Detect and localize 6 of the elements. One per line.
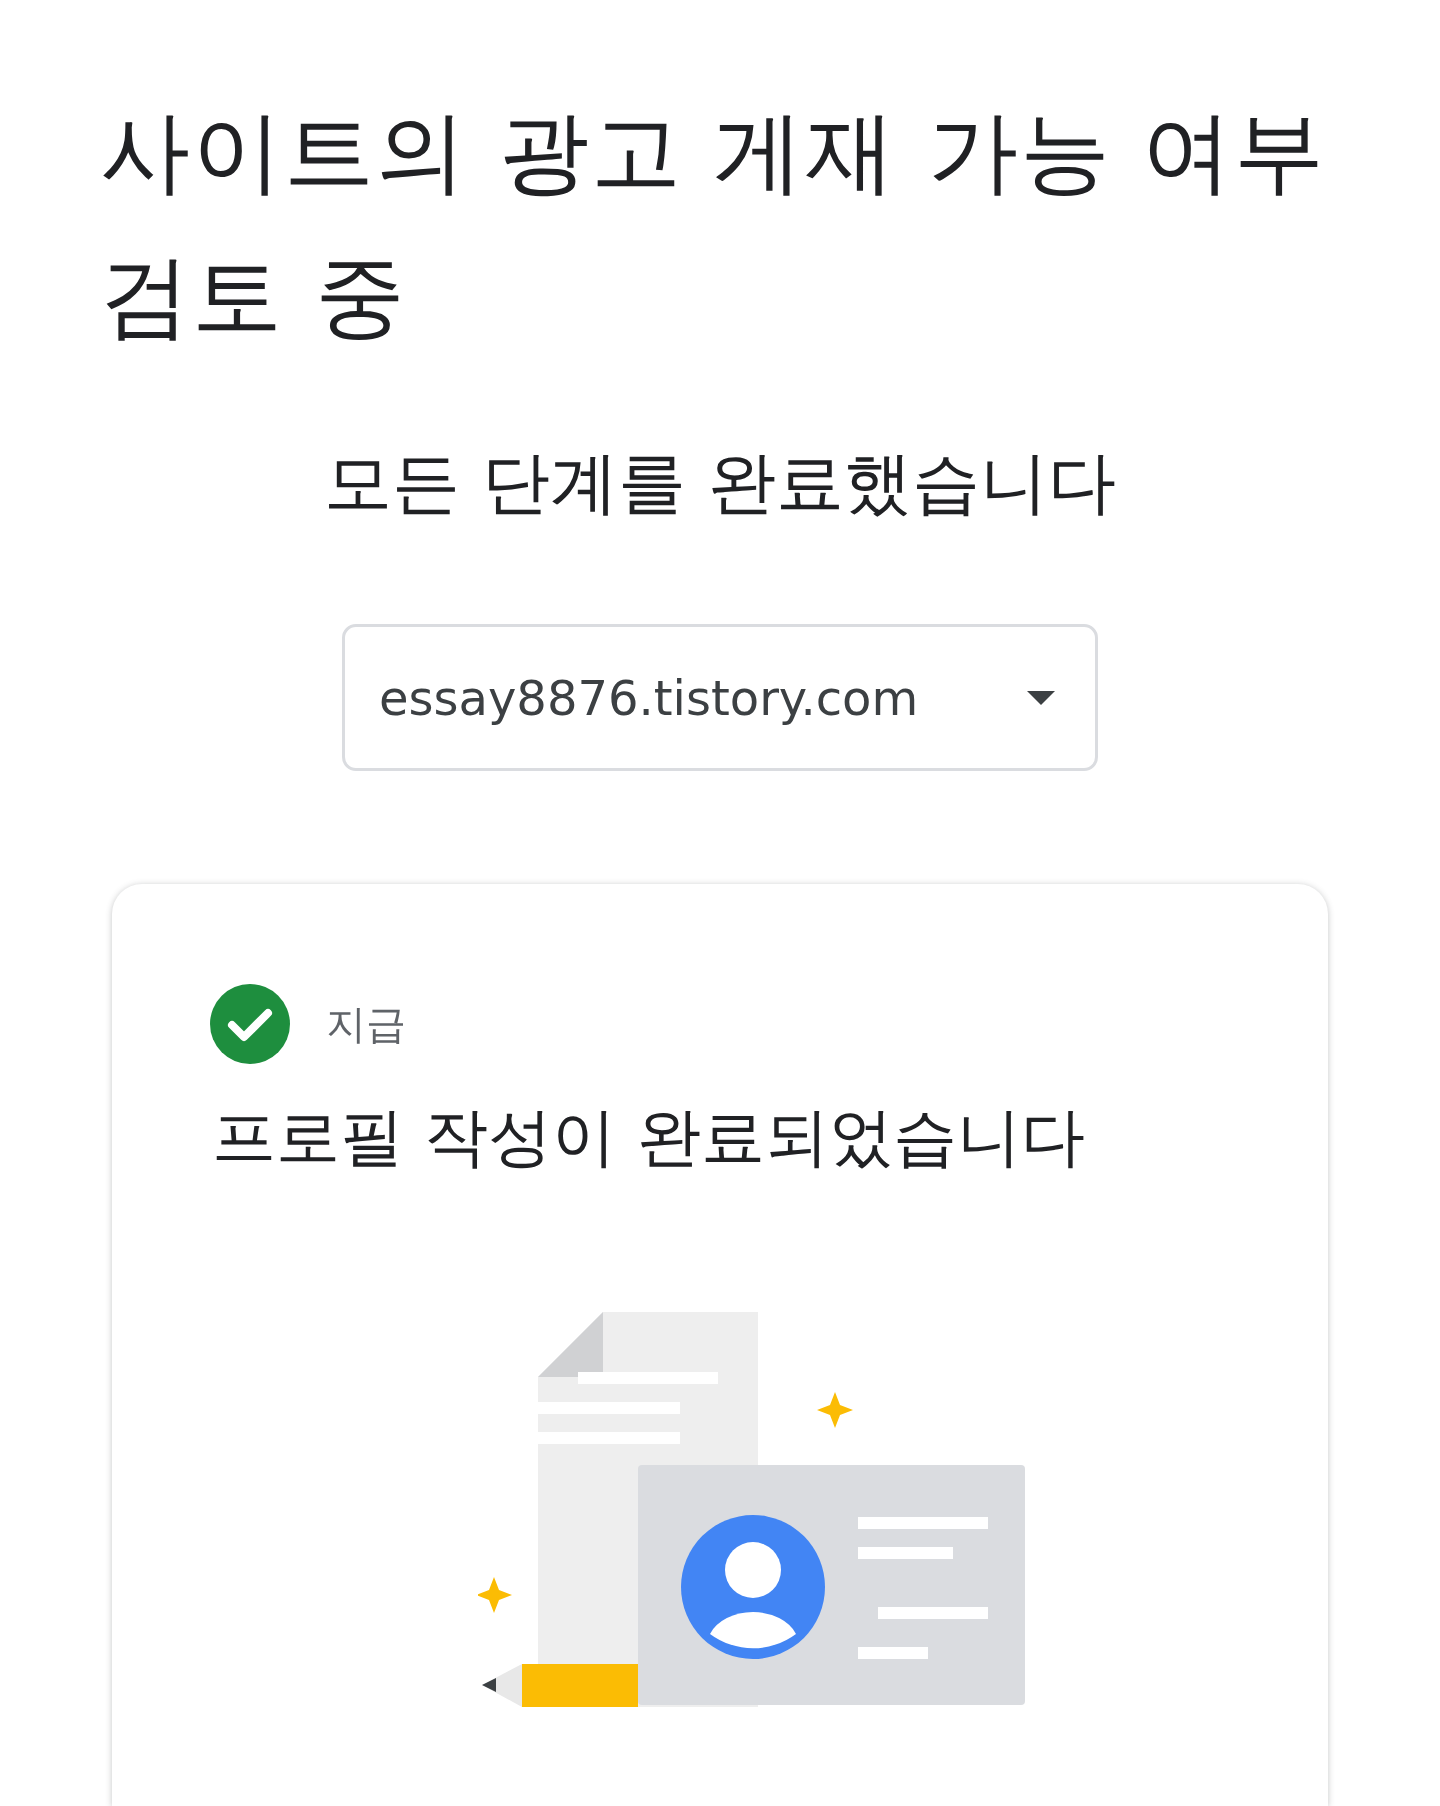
dropdown-arrow-icon [1027,690,1055,705]
site-dropdown[interactable]: essay8876.tistory.com [342,624,1098,771]
status-label: 지급 [326,999,406,1049]
step-heading: 프로필 작성이 완료되었습니다 [212,1099,1086,1176]
page-title: 사이트의 광고 게재 가능 여부 검토 중 [100,98,1328,350]
subtitle: 모든 단계를 완료했습니다 [324,442,1116,524]
